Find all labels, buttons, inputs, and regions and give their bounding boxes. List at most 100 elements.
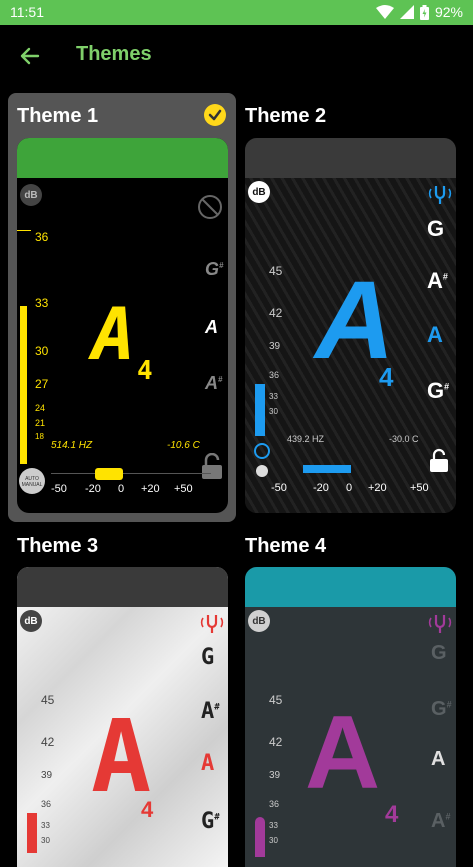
note-display: A	[91, 698, 152, 815]
theme-4-preview[interactable]: dB 45 42 39 36 33 30 A 4 G G# A A#	[245, 567, 456, 867]
tick-label: +20	[141, 483, 160, 495]
scale-label: 45	[269, 264, 283, 278]
theme-2-header	[245, 138, 456, 178]
note-display: A	[92, 292, 136, 376]
scale-label: 39	[269, 770, 281, 781]
mic-off-icon	[198, 195, 222, 219]
scale-label: 42	[41, 735, 55, 749]
tick-label: 0	[346, 482, 353, 494]
temperature-readout: -30.0 C	[389, 434, 419, 444]
scale-label: 21	[35, 418, 46, 428]
status-time: 11:51	[10, 4, 44, 20]
side-note: G	[427, 216, 445, 241]
scale-label: 39	[269, 341, 281, 352]
side-note: A#	[201, 699, 220, 724]
scale-label: 33	[41, 821, 50, 830]
side-note: G#	[427, 378, 450, 403]
scale-label: 27	[35, 377, 49, 391]
scale-label: 30	[35, 344, 49, 358]
side-note: A#	[431, 810, 451, 832]
theme-3-header	[17, 567, 228, 607]
tick-label: -50	[271, 482, 287, 494]
scale-label: 30	[269, 407, 278, 416]
scale-label: 36	[269, 799, 280, 809]
theme-1-header	[17, 138, 228, 178]
scale-label: 42	[269, 306, 283, 320]
page-title: Themes	[76, 43, 152, 65]
tick-label: -20	[85, 483, 101, 495]
theme-2-preview[interactable]: dB 45 42 39 36 33 30 A 4 G A# A G# 439.2…	[245, 138, 456, 513]
check-circle-icon	[204, 104, 226, 126]
temperature-readout: -10.6 C	[167, 440, 200, 451]
note-display: A	[315, 259, 395, 382]
theme-4-label: Theme 4	[245, 535, 327, 557]
tuning-fork-icon	[200, 615, 224, 633]
battery-icon	[419, 4, 429, 20]
tuning-indicator	[303, 465, 351, 473]
scale-label: 36	[269, 370, 280, 380]
tick-label: +20	[368, 482, 387, 494]
scale-label: 39	[41, 770, 53, 781]
tick-label: +50	[174, 483, 193, 495]
side-note: G#	[201, 809, 220, 834]
theme-4-header	[245, 567, 456, 607]
status-icons: 92%	[375, 3, 463, 21]
scale-label: 45	[269, 693, 283, 707]
scale-label: 45	[41, 693, 55, 707]
level-bar	[20, 306, 27, 464]
level-bar	[255, 817, 265, 857]
octave-display: 4	[137, 356, 153, 386]
level-bar	[255, 384, 265, 436]
theme-1-label: Theme 1	[17, 105, 99, 127]
side-note: A	[201, 751, 215, 776]
level-bar	[27, 813, 37, 853]
wifi-icon	[375, 5, 394, 19]
octave-display: 4	[141, 797, 154, 822]
battery-percent: 92%	[434, 4, 463, 20]
side-note: G#	[431, 698, 452, 720]
auto-mode-icon[interactable]	[253, 442, 271, 480]
side-note: G	[431, 642, 447, 664]
signal-icon	[399, 5, 414, 19]
octave-display: 4	[379, 362, 394, 392]
scale-label: 33	[269, 392, 278, 401]
scale-label: 42	[269, 735, 283, 749]
back-button[interactable]	[14, 40, 46, 72]
tuning-fork-icon	[428, 615, 452, 633]
tick-label: 0	[118, 483, 125, 495]
arrow-left-icon	[20, 47, 40, 65]
theme-3-label: Theme 3	[17, 535, 99, 557]
tick-label: -50	[51, 483, 67, 495]
db-badge: dB	[248, 181, 270, 203]
side-note: A	[431, 748, 446, 770]
side-note: G	[201, 645, 215, 670]
tuning-fork-icon	[428, 186, 452, 204]
octave-display: 4	[385, 801, 399, 828]
scale-label: 36	[35, 230, 49, 244]
side-note: A#	[427, 268, 448, 293]
frequency-readout: 439.2 HZ	[287, 434, 325, 444]
side-note: A#	[205, 373, 223, 393]
side-note: A	[205, 317, 218, 337]
auto-manual-toggle[interactable]: AUTO MANUAL	[19, 468, 45, 494]
theme-3-preview[interactable]: dB 45 42 39 36 33 30 A 4 G A# A G#	[17, 567, 228, 867]
tick-label: -20	[313, 482, 329, 494]
note-display: A	[305, 695, 381, 811]
db-badge: dB	[248, 610, 270, 632]
theme-1-preview[interactable]: dB 36 33 30 27 24 21 18 A 4 G# A A# 514.…	[17, 138, 228, 513]
db-badge: dB	[20, 184, 42, 206]
side-note: G#	[205, 259, 224, 279]
scale-label: 33	[35, 296, 49, 310]
lock-open-icon	[202, 453, 222, 479]
scale-label: 33	[269, 821, 278, 830]
side-note: A	[427, 322, 443, 347]
tick-label: +50	[410, 482, 429, 494]
scale-label: 24	[35, 403, 46, 413]
status-bar: 11:51 92%	[0, 0, 473, 25]
theme-2-label: Theme 2	[245, 105, 327, 127]
frequency-readout: 514.1 HZ	[51, 440, 93, 451]
db-badge: dB	[20, 610, 42, 632]
lock-open-icon	[430, 448, 448, 472]
tuning-indicator	[95, 468, 123, 480]
scale-label: 36	[41, 799, 52, 809]
